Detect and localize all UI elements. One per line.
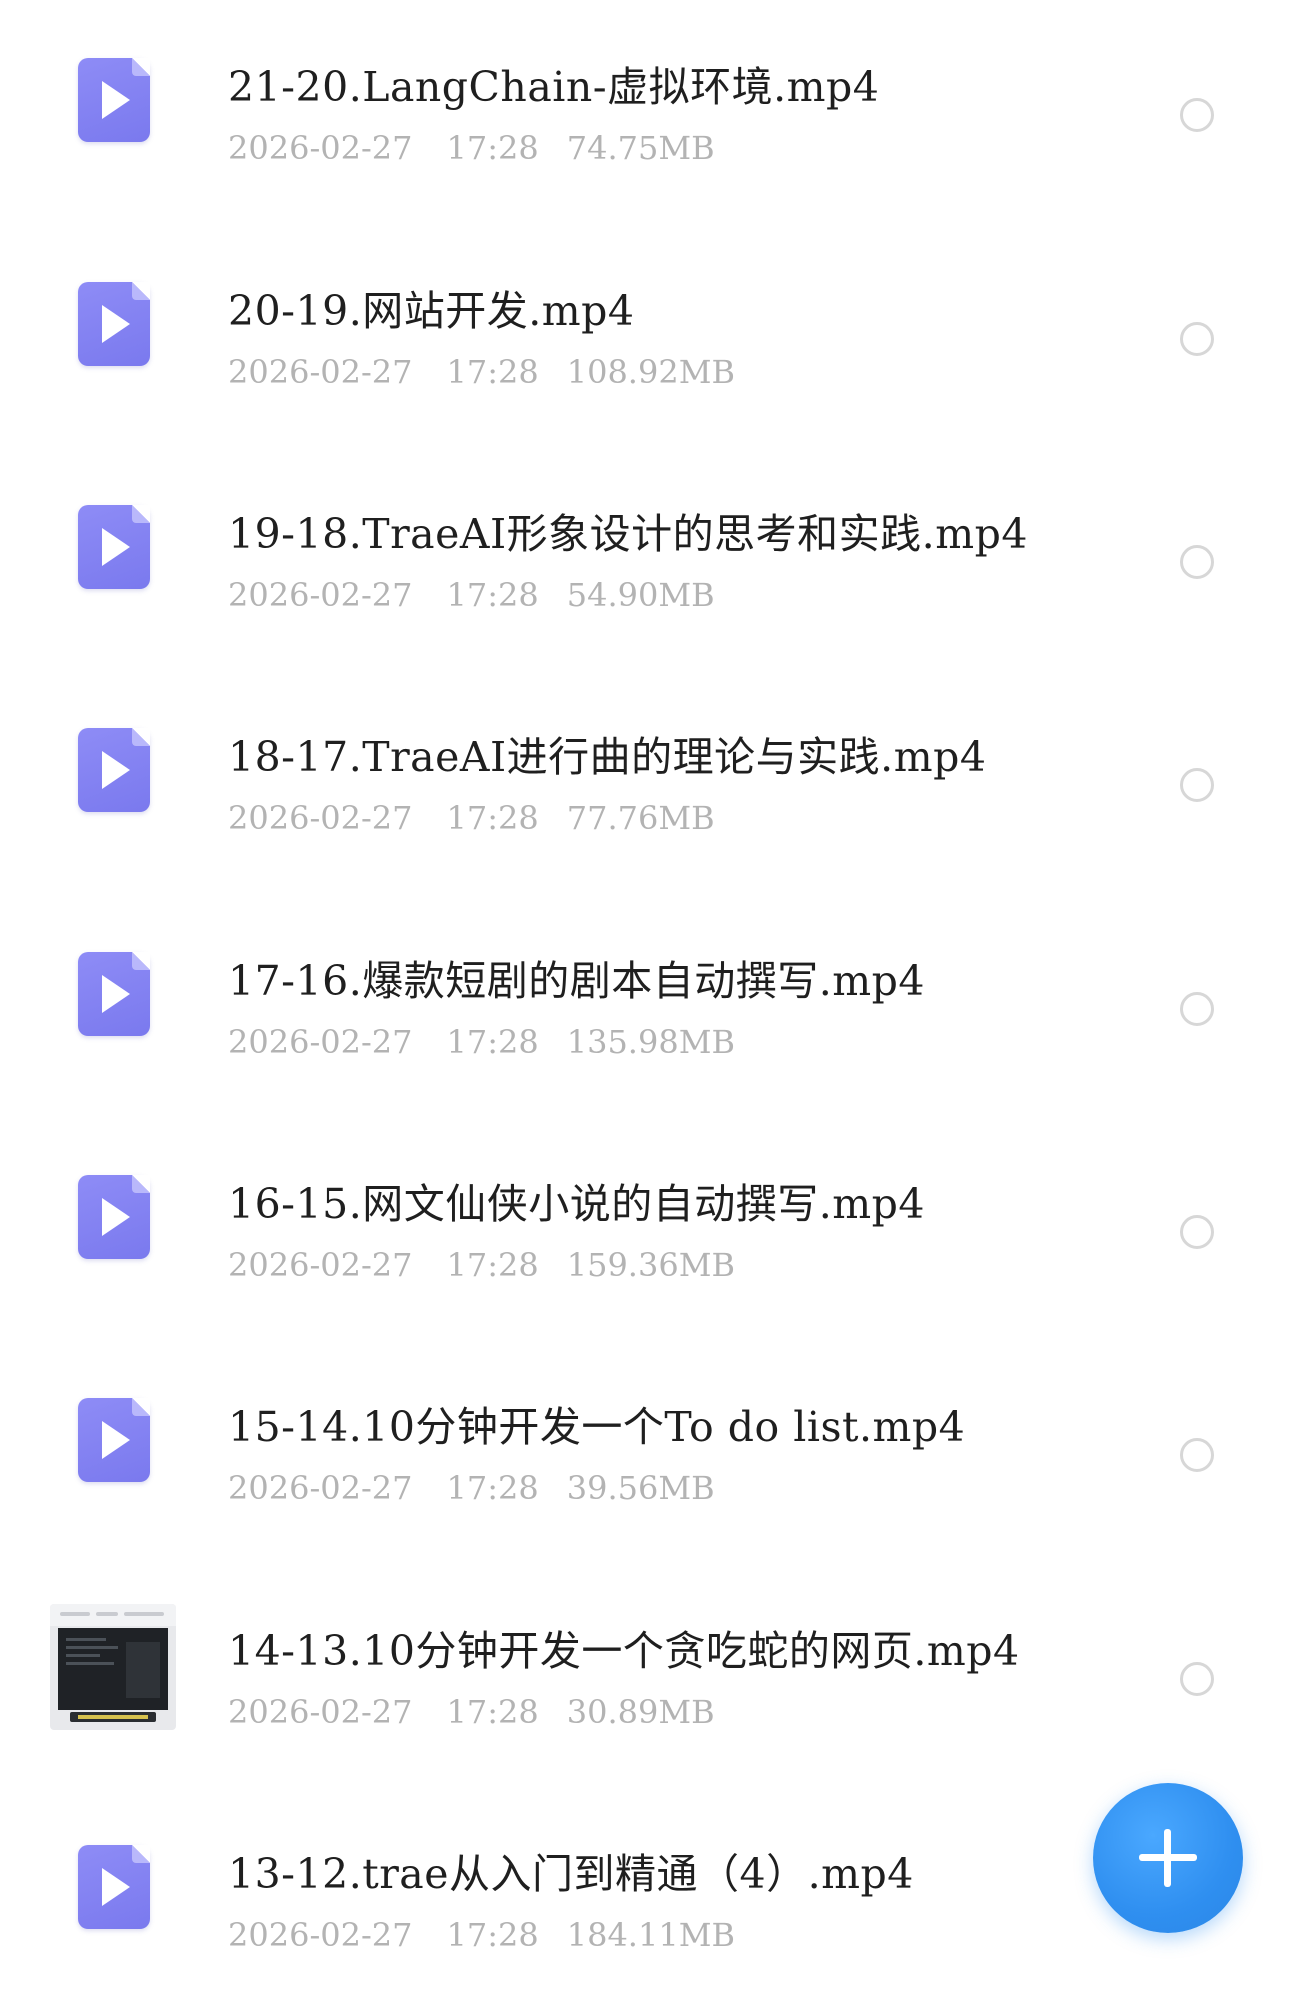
file-size: 74.75MB <box>566 129 715 167</box>
select-radio[interactable] <box>1180 322 1214 356</box>
play-icon <box>102 1198 130 1236</box>
file-date: 2026-02-27 <box>228 1023 413 1061</box>
file-size: 39.56MB <box>566 1469 715 1507</box>
file-time: 17:28 <box>446 129 539 167</box>
file-name: 14-13.10分钟开发一个贪吃蛇的网页.mp4 <box>228 1627 1020 1675</box>
play-icon <box>102 751 130 789</box>
file-size: 159.36MB <box>566 1246 735 1284</box>
file-row[interactable]: 16-15.网文仙侠小说的自动撰写.mp4 2026-02-27 17:28 159… <box>0 1117 1290 1341</box>
file-date: 2026-02-27 <box>228 1246 413 1284</box>
file-name: 20-19.网站开发.mp4 <box>228 287 635 335</box>
file-time: 17:28 <box>446 1023 539 1061</box>
play-icon <box>102 1868 130 1906</box>
file-date: 2026-02-27 <box>228 799 413 837</box>
file-meta: 2026-02-27 17:28 30.89MB <box>228 1692 715 1732</box>
file-date: 2026-02-27 <box>228 1693 413 1731</box>
video-file-icon <box>78 282 150 366</box>
file-size: 77.76MB <box>566 799 715 837</box>
file-meta: 2026-02-27 17:28 54.90MB <box>228 575 715 615</box>
file-meta: 2026-02-27 17:28 39.56MB <box>228 1468 715 1508</box>
file-name: 21-20.LangChain-虚拟环境.mp4 <box>228 63 880 111</box>
file-row[interactable]: 20-19.网站开发.mp4 2026-02-27 17:28 108.92MB <box>0 224 1290 448</box>
file-meta: 2026-02-27 17:28 184.11MB <box>228 1915 735 1955</box>
file-row[interactable]: 18-17.TraeAI进行曲的理论与实践.mp4 2026-02-27 17:2… <box>0 670 1290 894</box>
file-size: 108.92MB <box>566 353 735 391</box>
file-size: 54.90MB <box>566 576 715 614</box>
file-row[interactable]: 15-14.10分钟开发一个To do list.mp4 2026-02-27 1… <box>0 1340 1290 1564</box>
file-date: 2026-02-27 <box>228 1916 413 1954</box>
file-name: 19-18.TraeAI形象设计的思考和实践.mp4 <box>228 510 1028 558</box>
file-date: 2026-02-27 <box>228 353 413 391</box>
file-time: 17:28 <box>446 799 539 837</box>
video-file-icon <box>78 1845 150 1929</box>
video-file-icon <box>78 505 150 589</box>
select-radio[interactable] <box>1180 1662 1214 1696</box>
video-file-icon <box>78 728 150 812</box>
file-name: 18-17.TraeAI进行曲的理论与实践.mp4 <box>228 733 987 781</box>
video-file-icon <box>78 1175 150 1259</box>
file-date: 2026-02-27 <box>228 1469 413 1507</box>
file-time: 17:28 <box>446 1693 539 1731</box>
select-radio[interactable] <box>1180 545 1214 579</box>
video-file-icon <box>78 1398 150 1482</box>
file-time: 17:28 <box>446 1469 539 1507</box>
file-meta: 2026-02-27 17:28 77.76MB <box>228 798 715 838</box>
select-radio[interactable] <box>1180 1215 1214 1249</box>
file-name: 17-16.爆款短剧的剧本自动撰写.mp4 <box>228 957 925 1005</box>
file-meta: 2026-02-27 17:28 135.98MB <box>228 1022 735 1062</box>
file-time: 17:28 <box>446 1916 539 1954</box>
select-radio[interactable] <box>1180 768 1214 802</box>
play-icon <box>102 1421 130 1459</box>
video-file-icon <box>78 58 150 142</box>
file-row[interactable]: 17-16.爆款短剧的剧本自动撰写.mp4 2026-02-27 17:28 135… <box>0 894 1290 1118</box>
file-row[interactable]: 14-13.10分钟开发一个贪吃蛇的网页.mp4 2026-02-27 17:28… <box>0 1564 1290 1788</box>
file-meta: 2026-02-27 17:28 159.36MB <box>228 1245 735 1285</box>
file-meta: 2026-02-27 17:28 74.75MB <box>228 128 715 168</box>
file-list: 21-20.LangChain-虚拟环境.mp4 2026-02-27 17:28… <box>0 0 1290 1966</box>
add-button[interactable] <box>1093 1783 1243 1933</box>
file-size: 184.11MB <box>566 1916 735 1954</box>
file-name: 16-15.网文仙侠小说的自动撰写.mp4 <box>228 1180 925 1228</box>
file-time: 17:28 <box>446 353 539 391</box>
select-radio[interactable] <box>1180 1438 1214 1472</box>
play-icon <box>102 528 130 566</box>
file-size: 135.98MB <box>566 1023 735 1061</box>
video-file-icon <box>78 952 150 1036</box>
file-time: 17:28 <box>446 1246 539 1284</box>
play-icon <box>102 305 130 343</box>
file-date: 2026-02-27 <box>228 129 413 167</box>
file-size: 30.89MB <box>566 1693 715 1731</box>
file-meta: 2026-02-27 17:28 108.92MB <box>228 352 735 392</box>
select-radio[interactable] <box>1180 98 1214 132</box>
file-row[interactable]: 21-20.LangChain-虚拟环境.mp4 2026-02-27 17:28… <box>0 0 1290 224</box>
file-row[interactable]: 19-18.TraeAI形象设计的思考和实践.mp4 2026-02-27 17:… <box>0 447 1290 671</box>
video-thumbnail-icon <box>50 1604 176 1730</box>
play-icon <box>102 81 130 119</box>
select-radio[interactable] <box>1180 992 1214 1026</box>
file-row[interactable]: 13-12.trae从入门到精通（4）.mp4 2026-02-27 17:28 1… <box>0 1787 1290 2011</box>
file-name: 15-14.10分钟开发一个To do list.mp4 <box>228 1403 966 1451</box>
file-date: 2026-02-27 <box>228 576 413 614</box>
file-time: 17:28 <box>446 576 539 614</box>
play-icon <box>102 975 130 1013</box>
file-name: 13-12.trae从入门到精通（4）.mp4 <box>228 1850 914 1898</box>
